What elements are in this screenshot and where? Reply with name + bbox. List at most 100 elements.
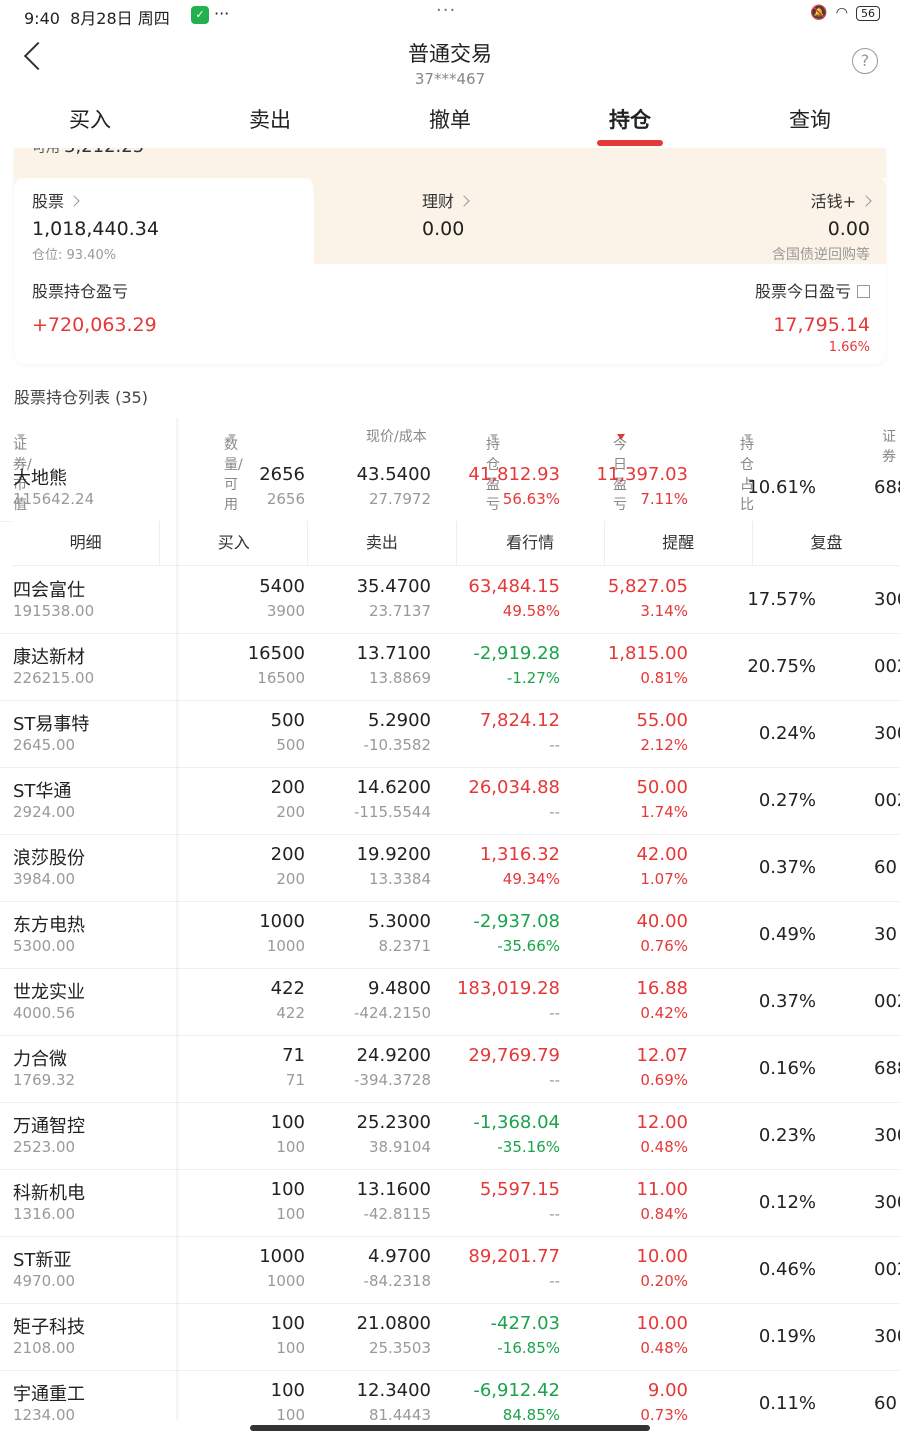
today-pnl-pct: 0.69% (640, 1071, 688, 1089)
security-code: 300 (874, 1192, 900, 1213)
market-value: 226215.00 (13, 669, 95, 687)
today-pnl-pct: 1.66% (828, 340, 870, 355)
table-row[interactable]: 四会富仕 191538.00 5400 3900 35.4700 23.7137 63,48… (0, 566, 900, 634)
today-pnl: 10.00 (636, 1246, 688, 1267)
table-row[interactable]: ST华通 2924.00 200 200 14.6200 -115.5544 26,034.… (0, 767, 900, 835)
current-price: 19.9200 (356, 844, 431, 865)
table-row[interactable]: 大地熊 115642.24 2656 2656 43.5400 27.7972 41,812… (0, 454, 900, 522)
tab-cancel[interactable]: 撤单 (360, 96, 540, 148)
today-pnl[interactable]: 股票今日盈亏 17,795.14 1.66% (755, 278, 870, 355)
holding-pnl-pct: -- (549, 803, 560, 821)
security-code: 60 (874, 1393, 897, 1414)
sort-desc-icon (617, 434, 625, 440)
tab-query[interactable]: 查询 (720, 96, 900, 148)
status-right: 🔕 ◠ 56 (810, 5, 880, 21)
holding-pnl-pct: -- (549, 736, 560, 754)
status-bar: 9:40 8月28日 周四 ✓ ··· ··· 🔕 ◠ 56 (0, 0, 900, 32)
table-row[interactable]: 矩子科技 2108.00 100 100 21.0800 25.3503 -427.03 -1… (0, 1303, 900, 1371)
available-quantity: 1000 (266, 1272, 305, 1290)
current-price: 12.3400 (356, 1380, 431, 1401)
security-code: 300 (874, 589, 900, 610)
sort-icon (228, 434, 236, 440)
table-row[interactable]: 浪莎股份 3984.00 200 200 19.9200 13.3384 1,316.32 4… (0, 834, 900, 902)
market-value: 4000.56 (13, 1004, 76, 1022)
sell-button[interactable]: 卖出 (308, 521, 457, 565)
position-ratio: 0.37% (758, 857, 816, 878)
stock-asset[interactable]: 股票 1,018,440.34 仓位: 93.40% (32, 188, 159, 263)
table-row[interactable]: ST易事特 2645.00 500 500 5.2900 -10.3582 7,824.12… (0, 700, 900, 768)
market-value: 2645.00 (13, 736, 76, 754)
today-pnl-pct: 0.48% (640, 1138, 688, 1156)
view-quote-button[interactable]: 看行情 (457, 521, 605, 565)
table-row[interactable]: 力合微 1769.32 71 71 24.9200 -394.3728 29,769.79 -… (0, 1035, 900, 1103)
security-code: 002 (874, 790, 900, 811)
table-row[interactable]: 科新机电 1316.00 100 100 13.1600 -42.8115 5,597.15… (0, 1169, 900, 1237)
cost-price: 13.3384 (368, 870, 431, 888)
licai-asset[interactable]: 理财 0.00 (422, 188, 470, 240)
page-title: 普通交易 (408, 42, 492, 66)
position-ratio: 0.37% (758, 991, 816, 1012)
security-code: 60 (874, 857, 897, 878)
today-pnl-pct: 0.48% (640, 1339, 688, 1357)
today-pnl-pct: 0.20% (640, 1272, 688, 1290)
holding-pnl-pct: 49.58% (502, 602, 560, 620)
position-ratio: 仓位: 93.40% (32, 248, 117, 263)
holding-pnl: 29,769.79 (468, 1045, 560, 1066)
stock-name: 科新机电 (13, 1183, 85, 1204)
buy-button[interactable]: 买入 (160, 521, 309, 565)
detail-button[interactable]: 明细 (12, 521, 161, 565)
today-pnl: 10.00 (636, 1313, 688, 1334)
tab-sell[interactable]: 卖出 (180, 96, 360, 148)
holding-pnl-label: 股票持仓盈亏 (32, 282, 129, 301)
position-ratio: 0.19% (758, 1326, 816, 1347)
current-price: 14.6200 (356, 777, 431, 798)
quantity: 1000 (259, 1246, 305, 1267)
holding-pnl: 63,484.15 (468, 576, 560, 597)
table-row[interactable]: 万通智控 2523.00 100 100 25.2300 38.9104 -1,368.04… (0, 1102, 900, 1170)
positions-table[interactable]: 证券/市值 数量/可用 现价/成本 持仓盈亏 今日盈亏 持仓占比 证券 大地熊 1… (0, 418, 900, 1420)
table-row[interactable]: 东方电热 5300.00 1000 1000 5.3000 8.2371 -2,937.08… (0, 901, 900, 969)
chevron-right-icon (860, 195, 872, 207)
huoqian-asset[interactable]: 活钱+ 0.00 含国债逆回购等 (772, 188, 872, 264)
review-button[interactable]: 复盘 (753, 521, 900, 565)
stock-name: 宇通重工 (13, 1384, 85, 1405)
help-icon[interactable]: ? (852, 48, 878, 74)
today-pnl-pct: 2.12% (640, 736, 688, 754)
holding-pnl: -6,912.42 (473, 1380, 560, 1401)
tab-positions[interactable]: 持仓 (540, 96, 720, 148)
current-price: 5.2900 (368, 710, 431, 731)
cost-price: -115.5544 (354, 803, 431, 821)
table-row[interactable]: 世龙实业 4000.56 422 422 9.4800 -424.2150 183,019.… (0, 968, 900, 1036)
today-pnl: 5,827.05 (607, 576, 688, 597)
cost-price: 8.2371 (378, 937, 432, 955)
wechat-icon: ✓ (191, 6, 209, 24)
market-value: 2523.00 (13, 1138, 76, 1156)
multitask-dots-icon[interactable]: ··· (436, 0, 456, 21)
quantity: 100 (270, 1313, 305, 1334)
table-row[interactable]: ST新亚 4970.00 1000 1000 4.9700 -84.2318 89,201.… (0, 1236, 900, 1304)
today-pnl-pct: 0.81% (640, 669, 688, 687)
position-ratio: 20.75% (747, 656, 816, 677)
reminder-button[interactable]: 提醒 (605, 521, 753, 565)
home-indicator[interactable] (250, 1425, 650, 1431)
stock-name: ST新亚 (13, 1250, 72, 1271)
position-ratio: 0.12% (758, 1192, 816, 1213)
position-ratio: 0.11% (758, 1393, 816, 1414)
cost-price: -10.3582 (363, 736, 431, 754)
current-price: 25.2300 (356, 1112, 431, 1133)
holding-pnl: 5,597.15 (479, 1179, 560, 1200)
tab-buy[interactable]: 买入 (0, 96, 180, 148)
market-value: 115642.24 (13, 490, 95, 508)
table-row[interactable]: 康达新材 226215.00 16500 16500 13.7100 13.8869 -2,… (0, 633, 900, 701)
current-price: 35.4700 (356, 576, 431, 597)
holding-pnl-pct: 56.63% (502, 490, 560, 508)
external-link-icon[interactable] (857, 285, 870, 298)
table-header: 证券/市值 数量/可用 现价/成本 持仓盈亏 今日盈亏 持仓占比 证券 (0, 418, 900, 513)
quantity: 200 (270, 844, 305, 865)
table-row[interactable]: 宇通重工 1234.00 100 100 12.3400 81.4443 -6,912.42… (0, 1370, 900, 1420)
holding-pnl-pct: -1.27% (506, 669, 560, 687)
current-price: 4.9700 (368, 1246, 431, 1267)
position-ratio: 0.24% (758, 723, 816, 744)
holding-pnl: -2,919.28 (473, 643, 560, 664)
quantity: 500 (270, 710, 305, 731)
